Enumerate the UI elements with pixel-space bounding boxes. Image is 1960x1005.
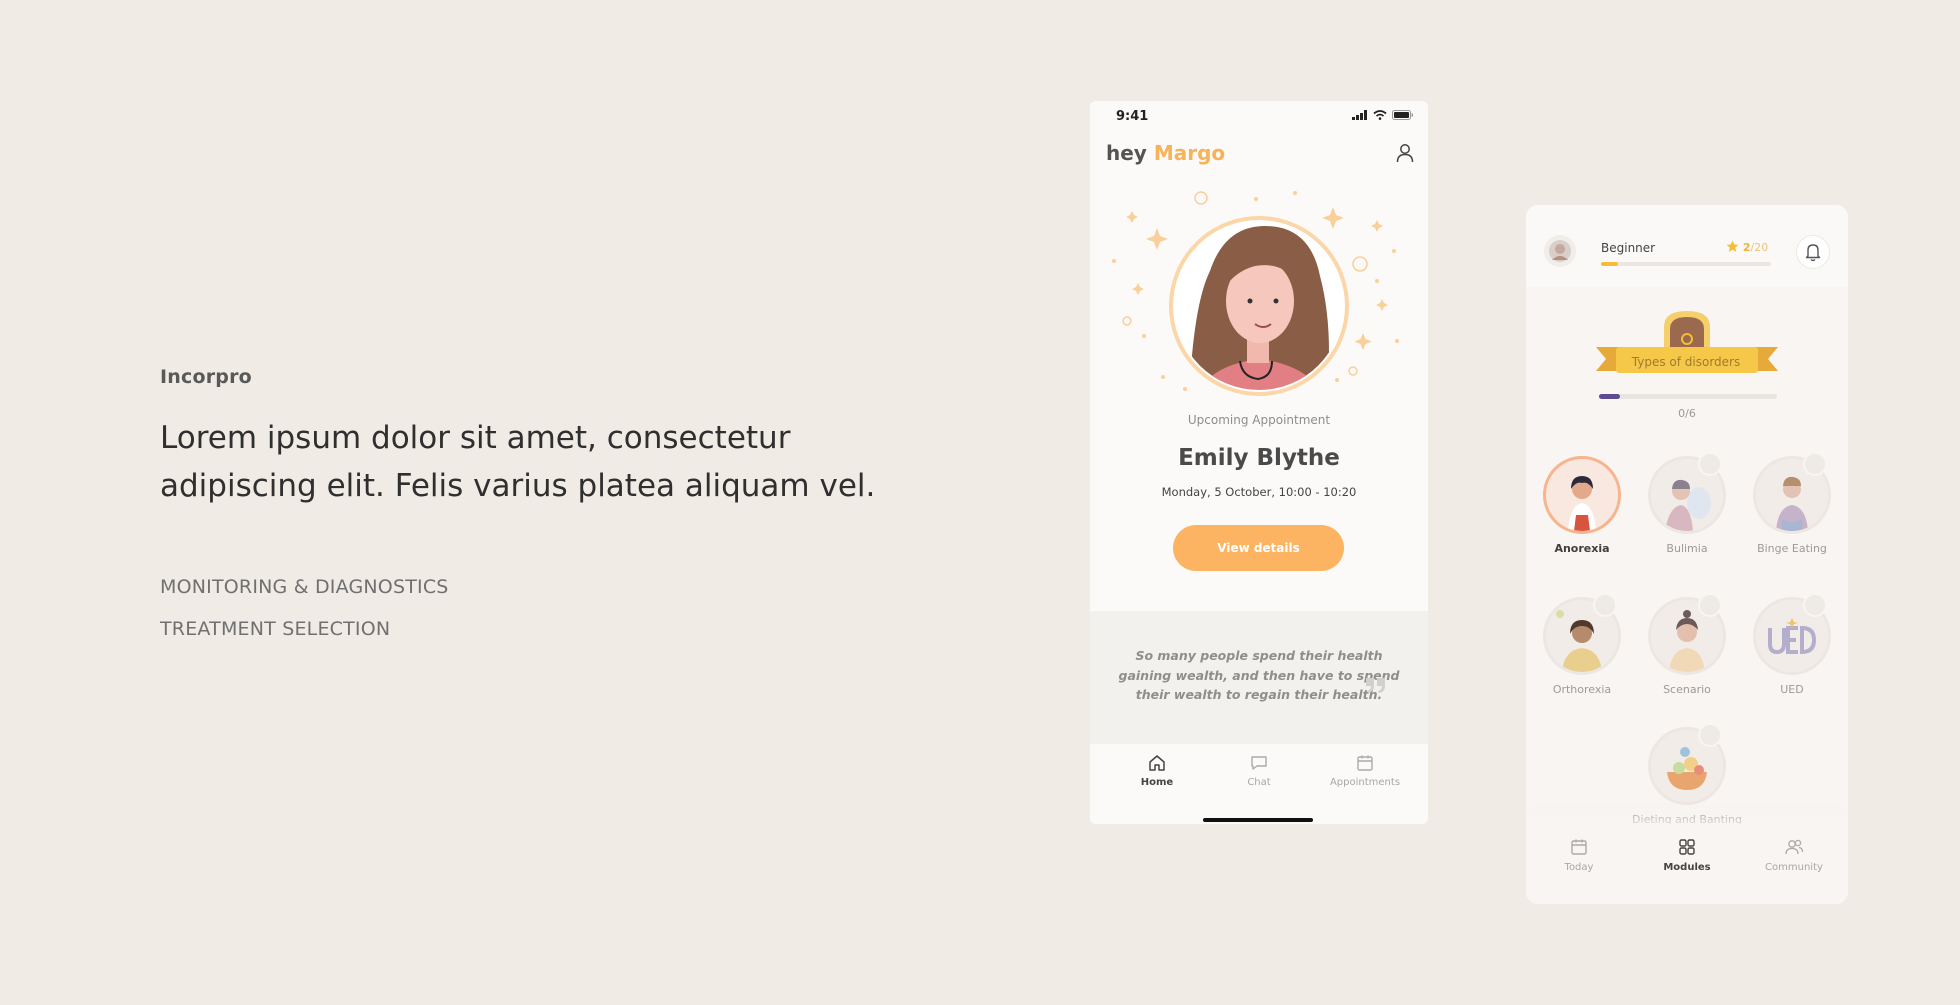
lock-badge-icon (1698, 452, 1722, 476)
feature-treatment: TREATMENT SELECTION (160, 618, 391, 640)
quote-mark-icon (1366, 678, 1385, 693)
phone-home-screen: 9:41 hey Margo Upcoming Appointment Emil… (1090, 101, 1428, 824)
grid-icon (1679, 839, 1695, 855)
modules-progress-count: 0/6 (1678, 407, 1696, 420)
status-icons (1352, 110, 1414, 120)
tab-modules-label: Modules (1663, 862, 1711, 873)
module-binge-eating-label: Binge Eating (1757, 542, 1827, 555)
modules-progress-bar (1599, 394, 1777, 399)
signal-icon (1352, 110, 1367, 120)
module-anorexia[interactable]: Anorexia (1527, 456, 1637, 555)
lock-badge-icon (1803, 593, 1827, 617)
module-anorexia-label: Anorexia (1554, 542, 1610, 555)
quote-text: So many people spend their health gainin… (1118, 648, 1400, 702)
module-dieting-and-banting[interactable]: Dieting and Banting (1632, 723, 1742, 826)
level-progress-fill (1601, 262, 1618, 266)
tab-home-label: Home (1140, 777, 1174, 788)
view-details-button[interactable]: View details (1173, 525, 1344, 571)
tab-appointments[interactable]: Appointments (1325, 754, 1405, 788)
module-ued[interactable]: UED (1737, 593, 1847, 696)
tab-chat[interactable]: Chat (1234, 754, 1284, 788)
feature-list: MONITORING & DIAGNOSTICS TREATMENT SELEC… (160, 576, 880, 640)
tab-appointments-label: Appointments (1329, 777, 1401, 788)
lock-badge-icon (1698, 723, 1722, 747)
tab-home[interactable]: Home (1132, 754, 1182, 788)
headline-line-1: Lorem ipsum dolor sit amet, consectetur (160, 420, 791, 456)
lock-badge-icon (1803, 452, 1827, 476)
ribbon-banner (1596, 311, 1778, 373)
greeting-username: Margo (1153, 141, 1226, 165)
intro-section: Incorpro Lorem ipsum dolor sit amet, con… (160, 366, 880, 660)
calendar-icon (1571, 839, 1587, 855)
avatar-face-icon (1549, 240, 1571, 262)
modules-progress-fill (1599, 394, 1621, 399)
feature-monitoring: MONITORING & DIAGNOSTICS (160, 576, 449, 598)
module-orthorexia-label: Orthorexia (1552, 683, 1612, 696)
module-ued-label: UED (1780, 683, 1804, 696)
module-bulimia-label: Bulimia (1666, 542, 1708, 555)
status-time: 9:41 (1116, 109, 1149, 124)
bell-icon (1805, 244, 1821, 262)
avatar[interactable] (1544, 235, 1576, 267)
lock-badge-icon (1698, 593, 1722, 617)
phone-modules-screen: Beginner 2/20 Types of disorders 0/6 Ano… (1526, 205, 1848, 904)
home-icon (1149, 755, 1165, 771)
users-icon (1785, 839, 1804, 855)
tab-community-label: Community (1765, 862, 1823, 873)
tab-modules[interactable]: Modules (1642, 838, 1732, 873)
user-icon (1396, 144, 1414, 163)
quote-card: So many people spend their health gainin… (1090, 611, 1428, 744)
module-binge-eating[interactable]: Binge Eating (1737, 452, 1847, 555)
banner-title: Types of disorders (1631, 355, 1741, 369)
wifi-icon (1373, 110, 1387, 120)
appointment-datetime: Monday, 5 October, 10:00 - 10:20 (1161, 485, 1357, 499)
module-orthorexia[interactable]: Orthorexia (1527, 593, 1637, 696)
score: 2/20 (1726, 240, 1768, 254)
greeting-title: hey Margo (1106, 141, 1225, 165)
module-anorexia-image (1543, 456, 1621, 534)
doctor-illustration (1112, 191, 1399, 396)
progress-header: Beginner 2/20 (1526, 205, 1848, 287)
level-label: Beginner (1601, 241, 1656, 255)
module-bulimia[interactable]: Bulimia (1632, 452, 1742, 555)
tab-today[interactable]: Today (1534, 838, 1624, 873)
battery-icon (1392, 110, 1413, 120)
chat-icon (1251, 756, 1267, 770)
brand-name: Incorpro (160, 366, 252, 388)
tab-chat-label: Chat (1247, 777, 1271, 788)
home-indicator (1203, 818, 1313, 822)
doctor-name: Emily Blythe (1178, 445, 1340, 471)
bottom-tab-bar: Home Chat Appointments (1090, 744, 1428, 824)
tab-community[interactable]: Community (1749, 838, 1839, 873)
lock-badge-icon (1593, 593, 1617, 617)
profile-button[interactable] (1396, 143, 1414, 167)
headline: Lorem ipsum dolor sit amet, consectetur … (160, 414, 880, 510)
notifications-button[interactable] (1796, 235, 1830, 269)
star-icon (1726, 240, 1739, 252)
calendar-icon (1357, 755, 1373, 771)
modules-tab-bar: Today Modules Community (1526, 824, 1848, 904)
tab-today-label: Today (1564, 862, 1594, 873)
headline-line-2: adipiscing elit. Felis varius platea ali… (160, 468, 876, 504)
score-total: /20 (1750, 241, 1769, 254)
person-illustration-icon (1568, 476, 1596, 531)
level-progress-bar (1601, 262, 1771, 266)
score-value: 2 (1742, 241, 1751, 254)
module-scenario-label: Scenario (1663, 683, 1711, 696)
greeting-word: hey (1106, 141, 1147, 165)
upcoming-appointment-label: Upcoming Appointment (1187, 413, 1331, 427)
module-scenario[interactable]: Scenario (1632, 593, 1742, 696)
